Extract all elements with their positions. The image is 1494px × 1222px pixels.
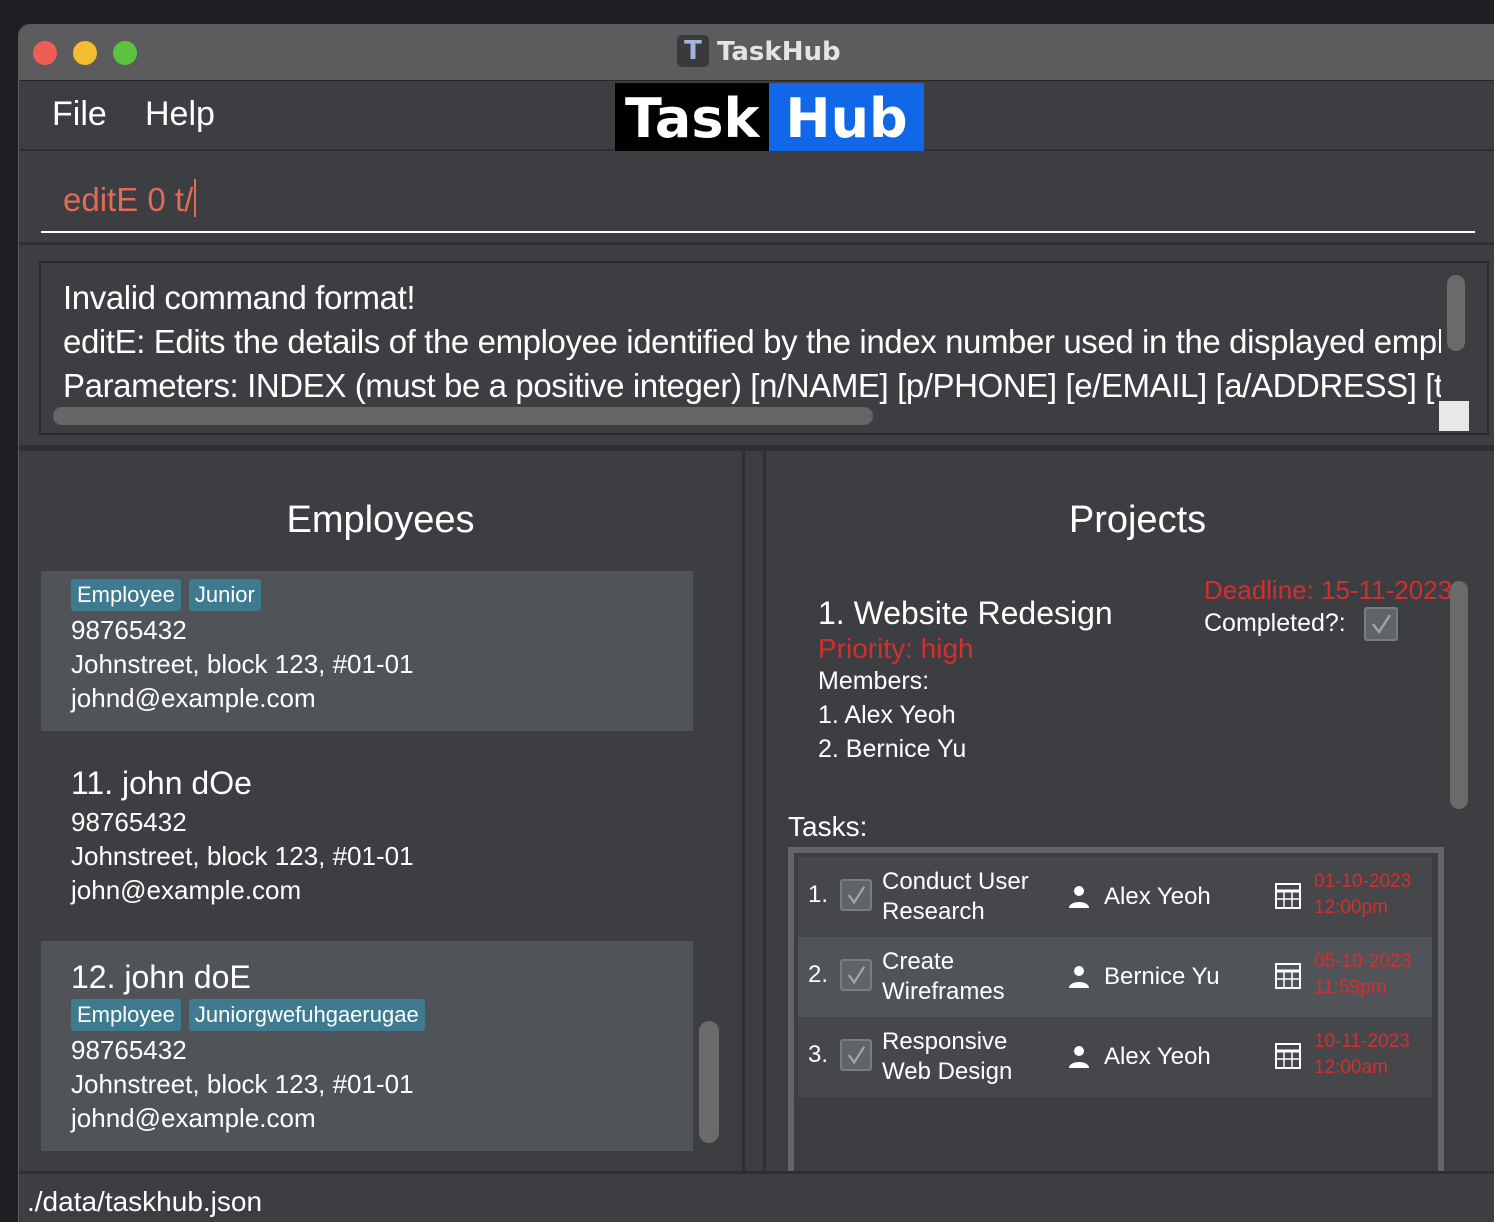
employee-card[interactable]: Employee Junior 98765432 Johnstreet, blo…	[41, 571, 693, 731]
tag-badge: Juniorgwefuhgaerugae	[188, 999, 425, 1031]
task-name: Responsive Web Design	[882, 1028, 1013, 1085]
projects-panel: Projects 1. Website Redesign Priority: h…	[763, 451, 1494, 1177]
employee-address: Johnstreet, block 123, #01-01	[71, 841, 414, 871]
project-deadline: Deadline: 15-11-2023	[1204, 575, 1453, 605]
minimize-window-button[interactable]	[73, 41, 97, 65]
employee-list[interactable]: Employee Junior 98765432 Johnstreet, blo…	[41, 571, 693, 1151]
task-number: 2.	[808, 961, 829, 988]
status-bar: ./data/taskhub.json	[19, 1171, 1494, 1222]
data-file-path: ./data/taskhub.json	[27, 1186, 263, 1217]
command-input[interactable]	[41, 171, 1475, 233]
employee-list-scrollbar[interactable]	[699, 1021, 719, 1143]
task-name: Conduct User Research	[882, 868, 1029, 925]
task-due-date: 05-10-2023	[1314, 951, 1412, 972]
task-due: 05-10-2023 11:59pm	[1314, 949, 1411, 1001]
employee-tags: Employee Junior	[71, 579, 261, 611]
project-member: 2. Bernice Yu	[818, 735, 967, 763]
employee-email: johnd@example.com	[71, 683, 316, 713]
result-line-1: Invalid command format!	[63, 279, 416, 316]
project-list-scrollbar[interactable]	[1450, 581, 1468, 809]
projects-title: Projects	[1068, 499, 1207, 541]
window-title: TaskHub	[717, 37, 841, 67]
command-box: editE 0 t/	[19, 153, 1494, 245]
task-assignee: Alex Yeoh	[1104, 883, 1211, 910]
command-input-text: editE 0 t/	[63, 179, 197, 219]
project-name: 1. Website Redesign	[818, 595, 1113, 631]
task-number: 3.	[808, 1041, 829, 1068]
task-due-time: 11:59pm	[1314, 977, 1387, 998]
task-assignee: Bernice Yu	[1104, 963, 1220, 990]
project-member: 1. Alex Yeoh	[818, 701, 956, 729]
task-done-checkbox[interactable]	[840, 959, 872, 991]
task-name: Create Wireframes	[882, 948, 1005, 1005]
close-window-button[interactable]	[33, 41, 57, 65]
result-line-2: editE: Edits the details of the employee…	[63, 323, 1441, 360]
employee-phone: 98765432	[71, 1035, 187, 1065]
app-window: T TaskHub File Help Task Hub editE 0 t/ …	[18, 24, 1494, 1222]
taskhub-logo: Task Hub	[615, 83, 924, 151]
employees-title: Employees	[286, 499, 475, 541]
project-members-label: Members:	[818, 667, 930, 695]
employee-card[interactable]: 11. john dOe 98765432 Johnstreet, block …	[41, 731, 693, 941]
employee-address: Johnstreet, block 123, #01-01	[71, 1069, 414, 1099]
task-due: 01-10-2023 12:00pm	[1314, 869, 1411, 921]
calendar-icon	[1275, 883, 1301, 909]
title-bar[interactable]: T TaskHub	[19, 25, 1494, 81]
tasks-label: Tasks:	[788, 811, 868, 842]
calendar-icon	[1275, 1043, 1301, 1069]
menu-bar: File Help Task Hub	[19, 81, 1494, 151]
employee-email: johnd@example.com	[71, 1103, 316, 1133]
project-completed-label: Completed?:	[1204, 609, 1346, 637]
result-horizontal-scrollbar[interactable]	[53, 407, 873, 425]
tag-badge: Employee	[71, 999, 181, 1031]
employee-email: john@example.com	[71, 875, 302, 905]
task-due-date: 10-11-2023	[1314, 1031, 1410, 1052]
result-viewport: Invalid command format! editE: Edits the…	[41, 263, 1441, 413]
project-card[interactable]: 1. Website Redesign Priority: high Membe…	[788, 571, 1452, 811]
calendar-icon	[1275, 963, 1301, 989]
checkmark-icon	[847, 966, 866, 985]
task-done-checkbox[interactable]	[840, 879, 872, 911]
scroll-corner	[1439, 401, 1469, 431]
project-priority: Priority: high	[818, 633, 974, 664]
employee-card[interactable]: 12. john doE Employee Juniorgwefuhgaerug…	[41, 941, 693, 1151]
checkmark-icon	[847, 886, 866, 905]
task-due-time: 12:00pm	[1314, 897, 1388, 918]
menu-file[interactable]: File	[52, 95, 107, 134]
employee-name: 11. john dOe	[71, 765, 252, 801]
employee-name: 12. john doE	[71, 959, 251, 995]
logo-hub-text: Hub	[769, 83, 924, 151]
checkmark-icon	[847, 1046, 866, 1065]
task-assignee: Alex Yeoh	[1104, 1043, 1211, 1070]
taskhub-app-icon: T	[677, 35, 709, 67]
task-row[interactable]: 2. Create Wireframes Bernice Yu 05-10-20…	[798, 937, 1432, 1017]
employee-tags: Employee Juniorgwefuhgaerugae	[71, 999, 425, 1031]
employee-phone: 98765432	[71, 615, 187, 645]
task-due-date: 01-10-2023	[1314, 871, 1412, 892]
tag-badge: Junior	[188, 579, 261, 611]
task-list[interactable]: 1. Conduct User Research Alex Yeoh 01-10…	[788, 847, 1444, 1177]
maximize-window-button[interactable]	[113, 41, 137, 65]
person-icon	[1069, 966, 1089, 988]
task-row[interactable]: 3. Responsive Web Design Alex Yeoh 10-11…	[798, 1017, 1432, 1097]
result-vertical-scrollbar[interactable]	[1447, 275, 1465, 351]
employee-phone: 98765432	[71, 807, 187, 837]
tag-badge: Employee	[71, 579, 181, 611]
task-due: 10-11-2023 12:00am	[1314, 1029, 1410, 1081]
employees-panel: Employees Employee Junior 98765432 Johns…	[19, 451, 745, 1171]
logo-task-text: Task	[615, 83, 770, 151]
project-completed-checkbox[interactable]	[1364, 607, 1398, 641]
menu-help[interactable]: Help	[145, 95, 215, 134]
text-caret	[194, 179, 197, 217]
task-due-time: 12:00am	[1314, 1057, 1388, 1078]
task-number: 1.	[808, 881, 829, 908]
task-row[interactable]: 1. Conduct User Research Alex Yeoh 01-10…	[798, 857, 1432, 937]
checkmark-icon	[1372, 614, 1392, 635]
task-done-checkbox[interactable]	[840, 1039, 872, 1071]
result-display[interactable]: Invalid command format! editE: Edits the…	[39, 261, 1489, 435]
employee-address: Johnstreet, block 123, #01-01	[71, 649, 414, 679]
person-icon	[1069, 1046, 1089, 1068]
result-line-3: Parameters: INDEX (must be a positive in…	[63, 367, 1441, 404]
person-icon	[1069, 886, 1089, 908]
